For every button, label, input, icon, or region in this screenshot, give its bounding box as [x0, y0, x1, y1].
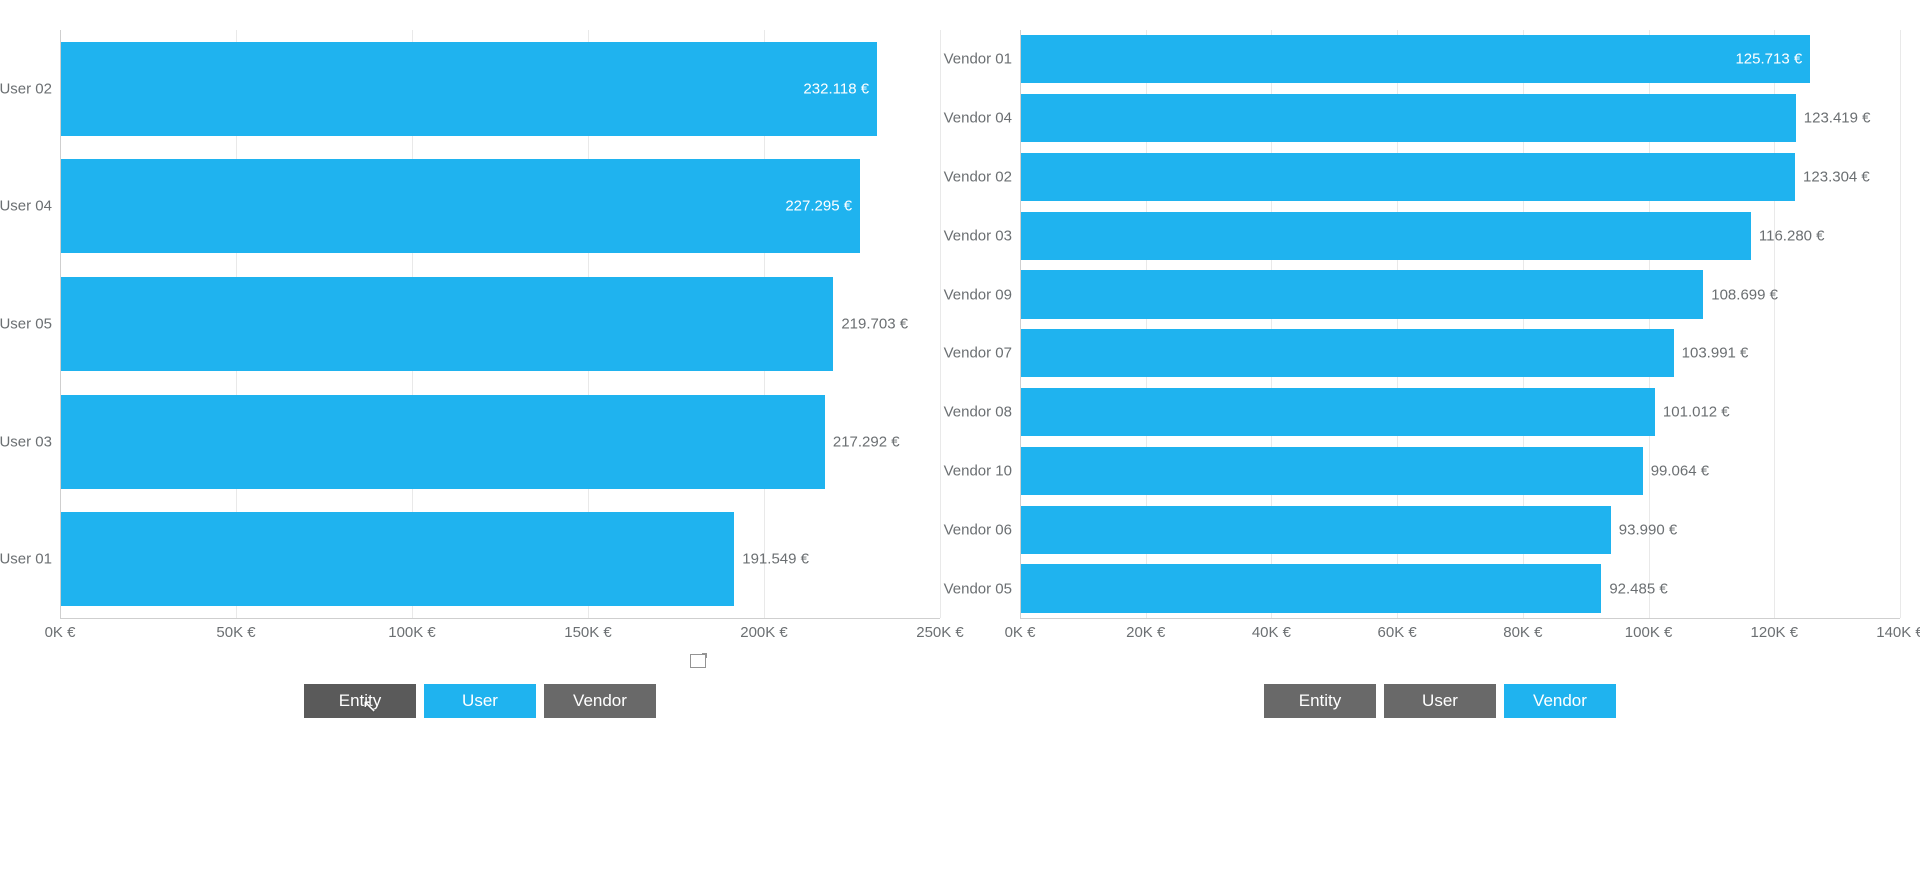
value-label: 219.703 €	[841, 315, 908, 332]
x-tick-label: 40K €	[1252, 624, 1291, 641]
slicer-user-vendor-entity: Entity↖UserVendor	[304, 684, 656, 718]
category-label: Vendor 07	[944, 345, 1012, 362]
chart-user[interactable]: User 02232.118 €User 04227.295 €User 052…	[0, 0, 960, 888]
bar[interactable]	[1021, 94, 1796, 142]
bar[interactable]	[1021, 388, 1655, 436]
value-label: 123.419 €	[1804, 110, 1871, 127]
value-label: 217.292 €	[833, 433, 900, 450]
category-label: Vendor 08	[944, 404, 1012, 421]
value-label: 99.064 €	[1651, 462, 1709, 479]
x-tick-label: 0K €	[1005, 624, 1036, 641]
bar-row[interactable]: Vendor 02123.304 €	[1020, 153, 1900, 201]
focus-mode-icon[interactable]	[690, 654, 706, 668]
bar-row[interactable]: Vendor 03116.280 €	[1020, 212, 1900, 260]
category-label: Vendor 01	[944, 51, 1012, 68]
cursor-icon: ↖	[362, 696, 377, 717]
bars: Vendor 01125.713 € Vendor 04123.419 € Vend…	[1020, 30, 1900, 618]
x-tick-label: 200K €	[740, 624, 788, 641]
bar-row[interactable]: User 03217.292 €	[60, 395, 940, 489]
bar[interactable]	[61, 395, 825, 489]
category-label: Vendor 06	[944, 521, 1012, 538]
slicer-button-user[interactable]: User	[1384, 684, 1496, 718]
bar[interactable]	[1021, 153, 1795, 201]
value-label: 191.549 €	[742, 551, 809, 568]
category-label: Vendor 04	[944, 110, 1012, 127]
bar[interactable]	[1021, 506, 1611, 554]
category-label: User 03	[0, 433, 52, 450]
x-ticks: 0K €50K €100K €150K €200K €250K €	[60, 624, 940, 648]
category-label: Vendor 03	[944, 227, 1012, 244]
panel-vendor: Vendor 01125.713 € Vendor 04123.419 € Vend…	[960, 0, 1920, 888]
bar-row[interactable]: User 05219.703 €	[60, 277, 940, 371]
x-ticks: 0K €20K €40K €60K €80K €100K €120K €140K…	[1020, 624, 1900, 648]
category-label: User 04	[0, 198, 52, 215]
slicer-button-vendor[interactable]: Vendor	[1504, 684, 1616, 718]
bar-row[interactable]: Vendor 07103.991 €	[1020, 329, 1900, 377]
bar-row[interactable]: User 02232.118 €	[60, 42, 940, 136]
slicer-button-entity[interactable]: Entity	[1264, 684, 1376, 718]
slicer-button-vendor[interactable]: Vendor	[544, 684, 656, 718]
bar[interactable]	[1021, 35, 1810, 83]
bar-row[interactable]: Vendor 0693.990 €	[1020, 506, 1900, 554]
bar-row[interactable]: Vendor 08101.012 €	[1020, 388, 1900, 436]
bar[interactable]	[1021, 270, 1703, 318]
panel-inner: User 02232.118 €User 04227.295 €User 052…	[0, 0, 960, 888]
value-label: 116.280 €	[1759, 227, 1825, 244]
gridline	[940, 30, 941, 618]
panel-user: User 02232.118 €User 04227.295 €User 052…	[0, 0, 960, 888]
x-tick-label: 100K €	[388, 624, 436, 641]
axis-x	[60, 618, 940, 619]
bar-row[interactable]: User 01191.549 €	[60, 512, 940, 606]
page: User 02232.118 €User 04227.295 €User 052…	[0, 0, 1920, 888]
category-label: Vendor 02	[944, 168, 1012, 185]
panel-inner: Vendor 01125.713 € Vendor 04123.419 € Vend…	[960, 0, 1920, 888]
value-label: 123.304 €	[1803, 168, 1870, 185]
x-tick-label: 50K €	[216, 624, 255, 641]
x-tick-label: 60K €	[1378, 624, 1417, 641]
chart-vendor[interactable]: Vendor 01125.713 € Vendor 04123.419 € Vend…	[960, 0, 1920, 888]
axis-x	[1020, 618, 1900, 619]
category-label: User 01	[0, 551, 52, 568]
bar-row[interactable]: Vendor 04123.419 €	[1020, 94, 1900, 142]
bar-row[interactable]: User 04227.295 €	[60, 159, 940, 253]
bar-row[interactable]: Vendor 09108.699 €	[1020, 270, 1900, 318]
bar[interactable]	[1021, 564, 1601, 612]
x-tick-label: 100K €	[1625, 624, 1673, 641]
value-label: 92.485 €	[1609, 580, 1667, 597]
value-label: 108.699 €	[1711, 286, 1778, 303]
bars: User 02232.118 € User 04227.295 € User 052…	[60, 30, 940, 618]
slicer-button-user[interactable]: User	[424, 684, 536, 718]
bar-row[interactable]: Vendor 1099.064 €	[1020, 447, 1900, 495]
category-label: Vendor 05	[944, 580, 1012, 597]
x-tick-label: 0K €	[45, 624, 76, 641]
bar[interactable]	[1021, 447, 1643, 495]
x-tick-label: 20K €	[1126, 624, 1165, 641]
bar[interactable]	[1021, 212, 1751, 260]
x-tick-label: 80K €	[1503, 624, 1542, 641]
plot-area: User 02232.118 € User 04227.295 € User 052…	[60, 30, 940, 618]
gridline	[1900, 30, 1901, 618]
category-label: Vendor 10	[944, 462, 1012, 479]
bar-row[interactable]: Vendor 01125.713 €	[1020, 35, 1900, 83]
bar[interactable]	[61, 159, 860, 253]
x-tick-label: 250K €	[916, 624, 964, 641]
value-label: 93.990 €	[1619, 521, 1677, 538]
bar[interactable]	[61, 277, 833, 371]
value-label: 103.991 €	[1682, 345, 1749, 362]
bar[interactable]	[61, 42, 877, 136]
x-tick-label: 140K €	[1876, 624, 1920, 641]
value-label: 101.012 €	[1663, 404, 1730, 421]
category-label: User 02	[0, 80, 52, 97]
x-tick-label: 150K €	[564, 624, 612, 641]
category-label: User 05	[0, 315, 52, 332]
bar[interactable]	[1021, 329, 1674, 377]
bar[interactable]	[61, 512, 734, 606]
slicer-user-vendor-entity: EntityUserVendor	[1264, 684, 1616, 718]
plot-area: Vendor 01125.713 € Vendor 04123.419 € Vend…	[1020, 30, 1900, 618]
bar-row[interactable]: Vendor 0592.485 €	[1020, 564, 1900, 612]
x-tick-label: 120K €	[1751, 624, 1799, 641]
slicer-button-entity[interactable]: Entity↖	[304, 684, 416, 718]
category-label: Vendor 09	[944, 286, 1012, 303]
